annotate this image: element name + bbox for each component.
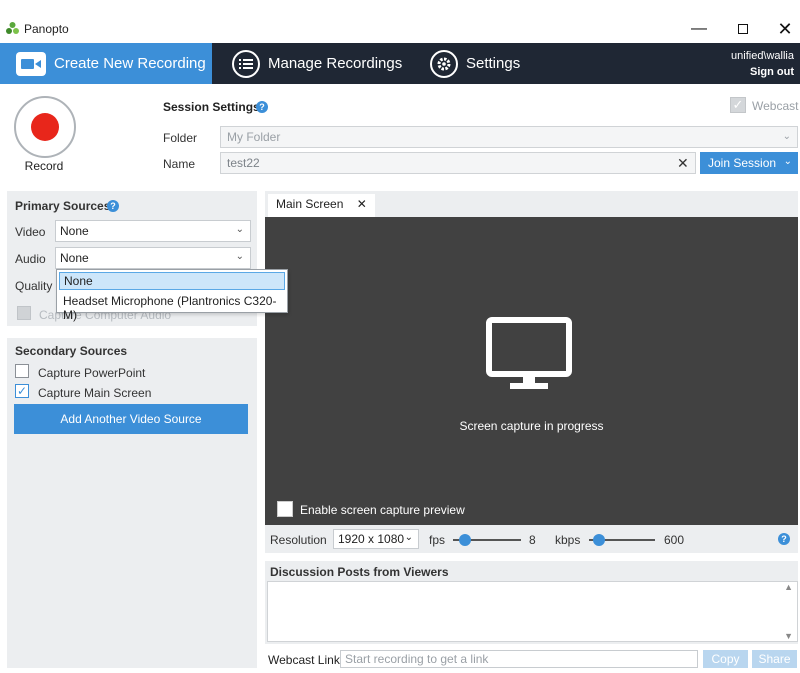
video-value: None [60,224,89,238]
folder-select[interactable]: My Folder ⌄ [220,126,798,148]
audio-value: None [60,251,89,265]
tab-manage-recordings[interactable]: Manage Recordings [232,43,402,84]
record-button[interactable] [14,96,76,158]
share-label: Share [758,652,791,666]
tab-main-screen[interactable]: Main Screen ✕ [268,194,375,217]
help-icon[interactable]: ? [256,101,268,113]
capture-powerpoint-checkbox[interactable] [15,364,29,378]
fps-slider-knob[interactable] [459,534,471,546]
webcast-checkbox[interactable]: ✓ [730,97,746,113]
nav-bar: Create New Recording Manage Recordings S… [0,43,800,84]
name-value: test22 [227,156,260,170]
chevron-down-icon: ⌄ [235,224,244,235]
folder-value: My Folder [227,130,281,144]
maximize-button[interactable] [728,14,758,44]
audio-select[interactable]: None ⌄ [55,247,251,269]
discussion-box[interactable]: ▲ ▼ [267,581,798,642]
help-icon[interactable]: ? [778,533,790,545]
kbps-value: 600 [664,533,685,547]
record-dot-icon [31,113,59,141]
tab-manage-label: Manage Recordings [268,55,403,72]
fps-value: 8 [529,533,536,547]
folder-label: Folder [163,131,198,145]
tab-main-screen-label: Main Screen [276,197,344,211]
name-input[interactable]: test22 [220,152,696,174]
resolution-select[interactable]: 1920 x 1080 ⌄ [333,529,419,549]
name-label: Name [163,157,196,171]
webcast-link-label: Webcast Link [268,653,340,667]
tab-create-label: Create New Recording [54,55,206,72]
session-settings-title: Session Settings [163,100,260,114]
capture-status: Screen capture in progress [459,419,604,433]
add-video-source-label: Add Another Video Source [60,412,202,426]
discussion-title: Discussion Posts from Viewers [270,565,449,579]
capture-controls: Resolution 1920 x 1080 ⌄ fps 8 kbps 600 … [265,525,798,553]
join-session-label: Join Session [708,156,777,170]
chevron-down-icon: ⌄ [783,156,792,167]
close-button[interactable]: ✕ [770,14,800,44]
monitor-icon [486,317,572,389]
help-icon[interactable]: ? [107,200,119,212]
secondary-sources-panel: Secondary Sources Capture PowerPoint ✓ C… [7,338,257,668]
capture-powerpoint-label: Capture PowerPoint [38,366,146,380]
video-label: Video [15,225,46,239]
tab-settings[interactable]: Settings [430,43,520,84]
resolution-value: 1920 x 1080 [338,532,405,546]
audio-option[interactable]: Headset Microphone (Plantronics C320-M) [59,292,285,322]
capture-main-screen-label: Capture Main Screen [38,386,152,400]
audio-option[interactable]: None [59,272,285,290]
record-label: Record [24,159,64,173]
share-button[interactable]: Share [752,650,797,668]
enable-preview-label: Enable screen capture preview [300,503,465,517]
add-video-source-button[interactable]: Add Another Video Source [14,404,248,434]
chevron-down-icon: ⌄ [404,532,413,543]
gear-icon [430,49,458,78]
chevron-down-icon: ⌄ [782,131,791,142]
copy-label: Copy [711,652,740,666]
webcast-label: Webcast [752,99,799,113]
minimize-button[interactable]: — [684,14,714,44]
webcast-link-input[interactable]: Start recording to get a link [340,650,698,668]
audio-dropdown-list: None Headset Microphone (Plantronics C32… [56,269,288,322]
discussion-panel: Discussion Posts from Viewers ▲ ▼ [265,561,798,644]
title-bar [0,0,800,43]
capture-computer-audio-checkbox[interactable] [17,306,31,320]
kbps-slider-knob[interactable] [593,534,605,546]
close-tab-icon[interactable]: ✕ [357,197,367,211]
primary-sources-title: Primary Sources [15,199,111,213]
panopto-logo-icon [6,22,19,35]
enable-preview-checkbox[interactable] [277,501,293,517]
tab-create-new-recording[interactable]: Create New Recording [0,43,212,84]
webcast-link-placeholder: Start recording to get a link [345,652,489,666]
window-title: Panopto [24,22,69,36]
audio-label: Audio [15,252,46,266]
join-session-button[interactable]: Join Session ⌄ [700,152,798,174]
copy-button[interactable]: Copy [703,650,748,668]
chevron-down-icon: ⌄ [235,251,244,262]
fps-label: fps [429,533,446,547]
kbps-label: kbps [555,533,581,547]
sign-out-link[interactable]: Sign out [750,66,794,78]
capture-main-screen-checkbox[interactable]: ✓ [15,384,29,398]
video-select[interactable]: None ⌄ [55,220,251,242]
scroll-up-icon[interactable]: ▲ [784,582,793,592]
list-icon [232,49,260,78]
resolution-label: Resolution [270,533,327,547]
clear-icon[interactable]: ✕ [677,155,689,172]
preview-tab-bar: Main Screen ✕ [265,191,798,217]
tab-settings-label: Settings [466,55,521,72]
user-name: unified\wallia [731,50,794,62]
scroll-down-icon[interactable]: ▼ [784,631,793,641]
preview-area: Screen capture in progress Enable screen… [265,217,798,525]
quality-label: Quality [15,279,53,293]
camera-icon [16,51,46,76]
secondary-sources-title: Secondary Sources [15,344,128,358]
